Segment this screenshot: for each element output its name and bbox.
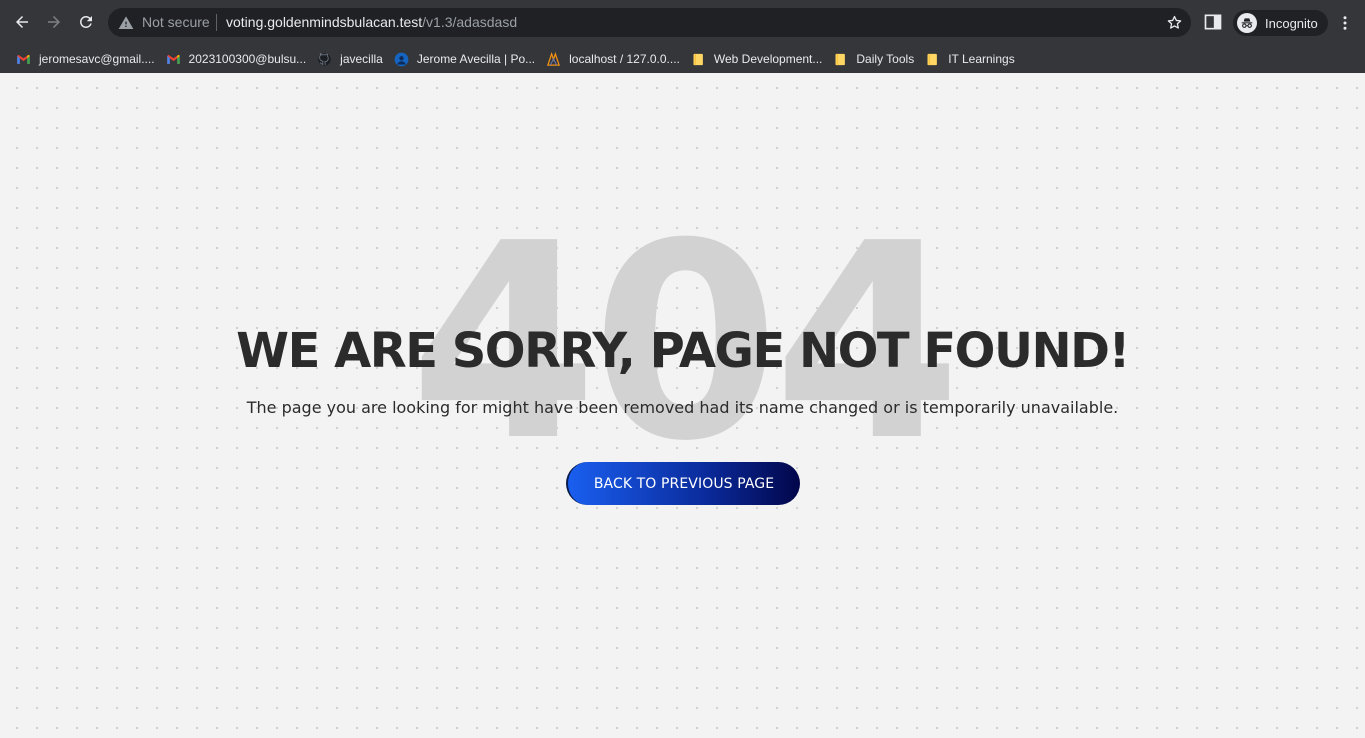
arrow-right-icon [48, 16, 60, 28]
reload-button[interactable] [73, 9, 99, 35]
more-vertical-icon [1343, 16, 1347, 30]
bookmark-item[interactable]: 2023100300@bulsu... [164, 49, 316, 69]
address-bar[interactable]: Not secure voting.goldenmindsbulacan.tes… [108, 8, 1191, 37]
star-bookmark-icon[interactable] [1166, 14, 1183, 31]
gmail-icon [166, 52, 181, 67]
bookmark-label: Web Development... [713, 52, 823, 66]
browser-toolbar: Not secure voting.goldenmindsbulacan.tes… [0, 0, 1365, 45]
back-button-label: BACK TO PREVIOUS PAGE [593, 475, 775, 492]
warning-icon [118, 16, 134, 29]
browser-chrome: Not secure voting.goldenmindsbulacan.tes… [0, 0, 1365, 73]
phpmyadmin-icon [546, 51, 561, 67]
bookmark-item[interactable]: javecilla [315, 49, 392, 69]
url-text[interactable]: voting.goldenmindsbulacan.test/v1.3/adas… [226, 14, 517, 31]
bookmark-item[interactable]: localhost / 127.0.0.... [544, 49, 689, 69]
back-nav-button[interactable] [9, 9, 35, 35]
omnibox-divider [216, 14, 217, 31]
incognito-profile-button[interactable]: Incognito [1233, 10, 1328, 36]
not-found-page: 404 WE ARE SORRY, PAGE NOT FOUND! The pa… [0, 73, 1365, 738]
url-path: /v1.3/adasdasd [422, 14, 518, 30]
url-host: voting.goldenmindsbulacan.test [226, 14, 423, 30]
arrow-left-icon [16, 16, 28, 28]
back-to-previous-page-button[interactable]: BACK TO PREVIOUS PAGE [566, 462, 800, 505]
error-message: The page you are looking for might have … [246, 398, 1119, 417]
bookmark-folder[interactable]: Daily Tools [831, 49, 923, 69]
bookmarks-bar: jeromesavc@gmail.... 2023100300@bulsu...… [0, 45, 1365, 73]
github-icon [317, 52, 332, 67]
incognito-label: Incognito [1265, 15, 1318, 31]
reload-icon [79, 15, 92, 28]
page-title: WE ARE SORRY, PAGE NOT FOUND! [236, 323, 1130, 379]
bookmark-folder[interactable]: Web Development... [689, 49, 832, 69]
folder-icon [925, 52, 940, 67]
bookmark-label: 2023100300@bulsu... [188, 52, 307, 66]
bookmark-item[interactable]: Jerome Avecilla | Po... [392, 49, 544, 69]
gmail-icon [16, 52, 31, 67]
bookmark-folder[interactable]: IT Learnings [923, 49, 1024, 69]
folder-icon [833, 52, 848, 67]
bookmark-label: jeromesavc@gmail.... [39, 52, 155, 66]
bookmark-label: localhost / 127.0.0.... [569, 52, 680, 66]
security-status-label[interactable]: Not secure [142, 14, 210, 31]
side-panel-icon[interactable] [1203, 12, 1223, 32]
bookmark-item[interactable]: jeromesavc@gmail.... [14, 49, 164, 69]
portfolio-icon [394, 52, 409, 67]
bookmark-label: javecilla [340, 52, 383, 66]
forward-nav-button[interactable] [41, 9, 67, 35]
browser-menu-button[interactable] [1336, 12, 1354, 34]
bookmark-label: IT Learnings [948, 52, 1015, 66]
folder-icon [691, 52, 706, 67]
incognito-icon [1237, 13, 1257, 33]
bookmark-label: Daily Tools [856, 52, 915, 66]
bookmark-label: Jerome Avecilla | Po... [416, 52, 536, 66]
